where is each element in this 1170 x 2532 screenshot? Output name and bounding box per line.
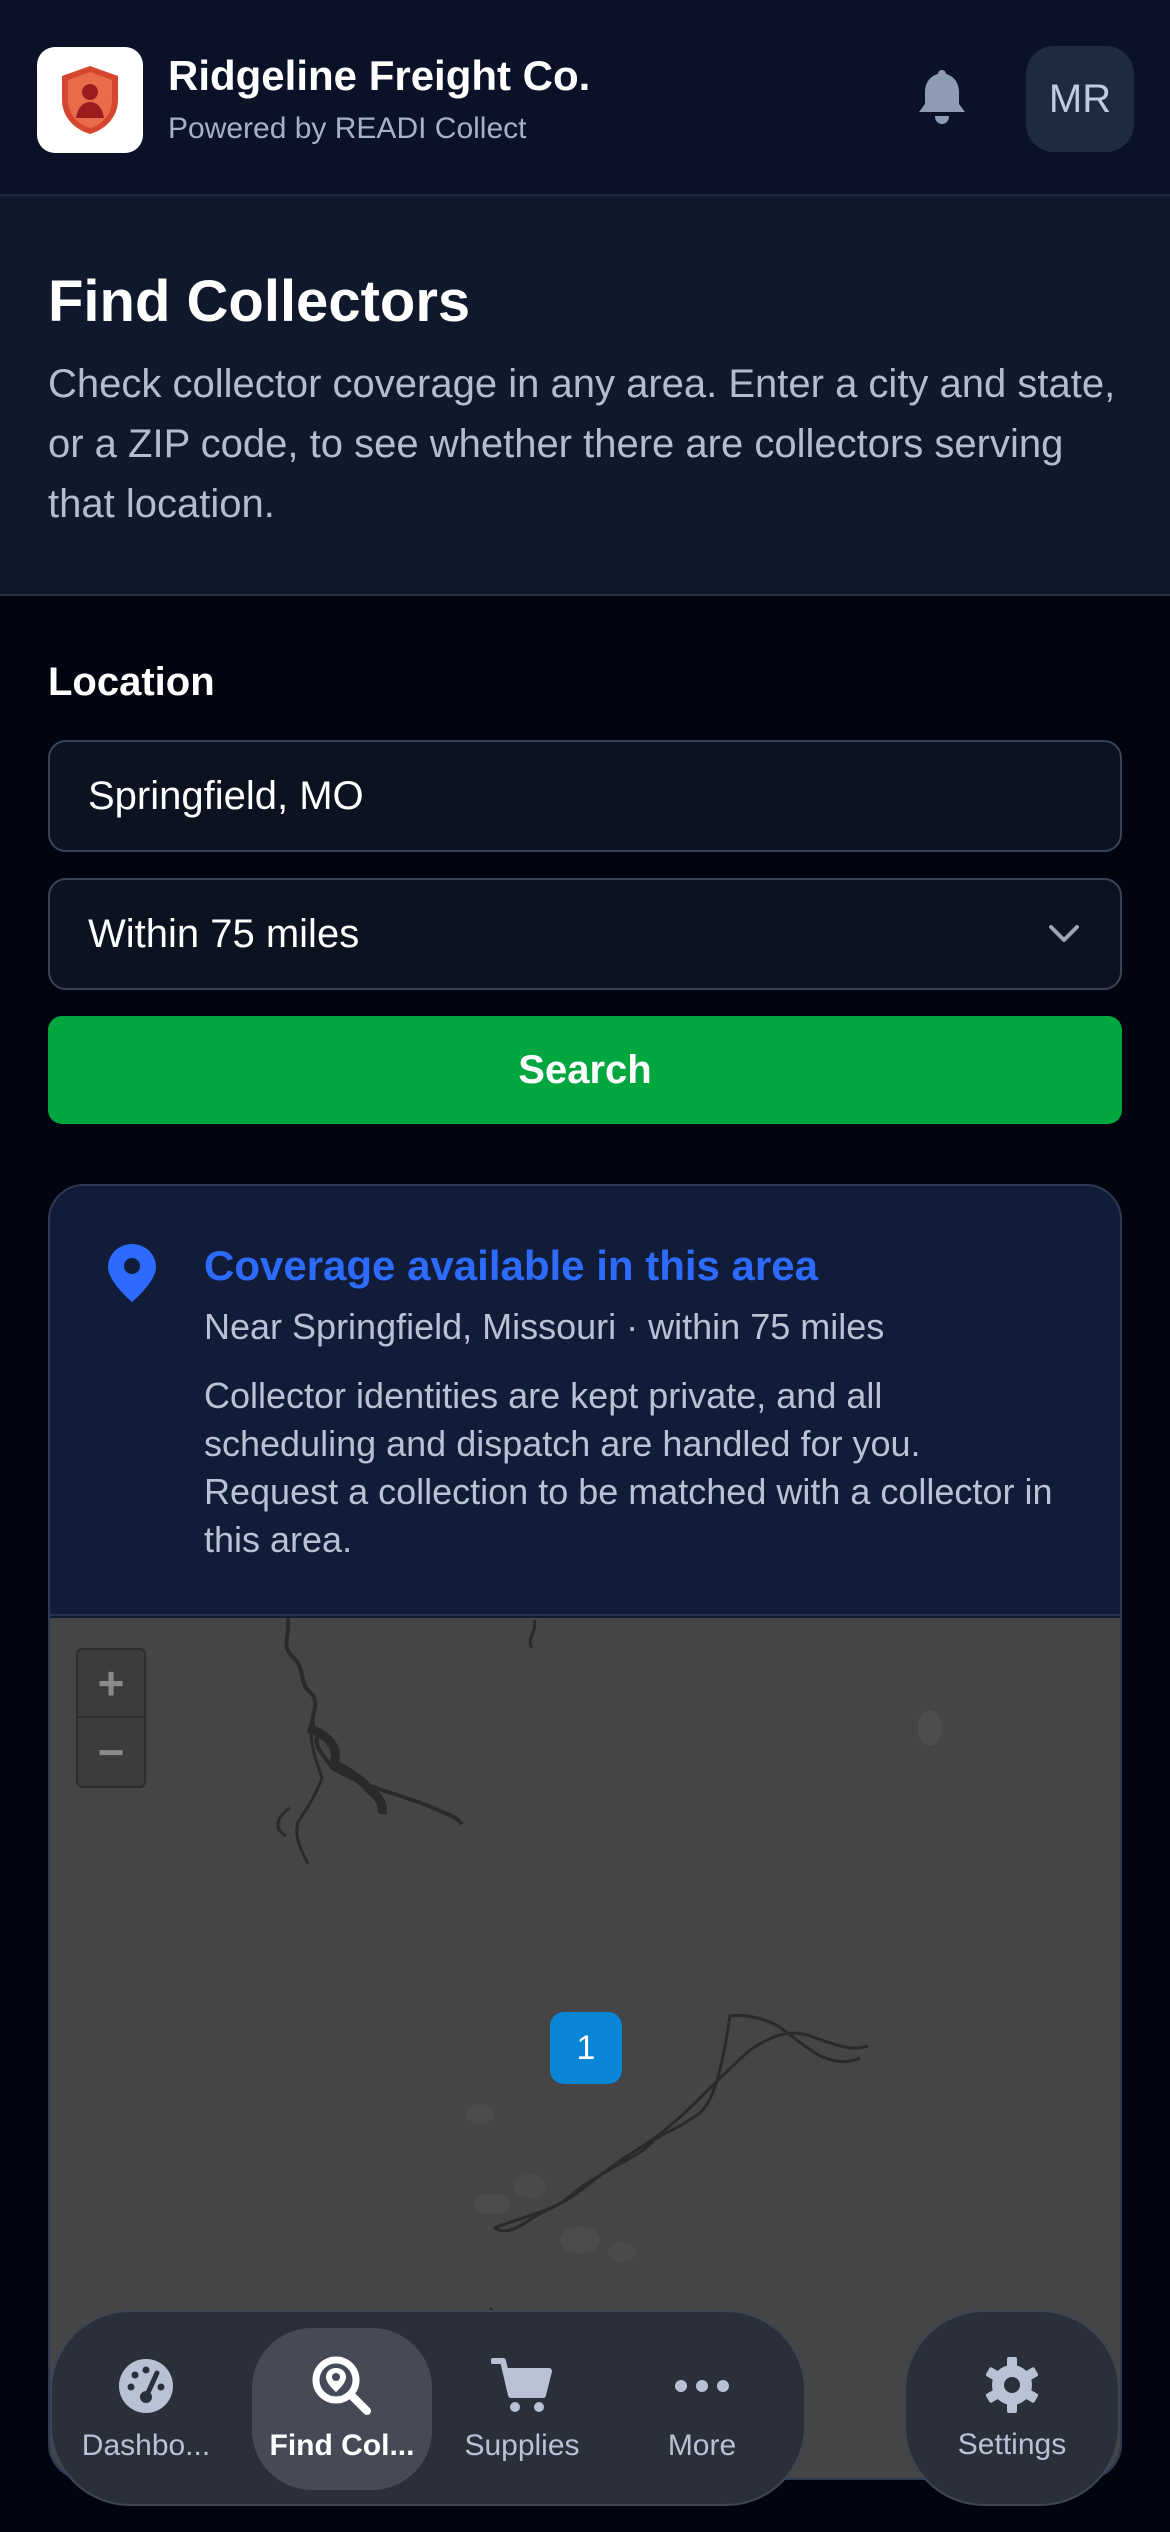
location-label: Location bbox=[48, 660, 215, 704]
nav-label-find-collectors: Find Col... bbox=[269, 2429, 415, 2462]
dashboard-gauge-icon bbox=[115, 2355, 177, 2417]
coverage-summary: Coverage available in this area Near Spr… bbox=[50, 1186, 1120, 1616]
location-input[interactable]: Springfield, MO bbox=[48, 740, 1122, 852]
location-input-value: Springfield, MO bbox=[88, 773, 364, 818]
nav-label-more: More bbox=[667, 2429, 737, 2462]
app-header: Ridgeline Freight Co. Powered by READI C… bbox=[0, 0, 1170, 196]
user-avatar[interactable]: MR bbox=[1026, 46, 1134, 152]
nav-item-more[interactable]: More bbox=[612, 2328, 792, 2490]
page-description: Check collector coverage in any area. En… bbox=[48, 362, 1116, 526]
brand-title: Ridgeline Freight Co. bbox=[168, 52, 591, 99]
page-title: Find Collectors bbox=[48, 269, 471, 334]
nav-item-dashboard[interactable]: Dashbo... bbox=[56, 2328, 236, 2490]
map-pin-icon bbox=[108, 1244, 156, 1302]
cart-icon bbox=[491, 2355, 553, 2417]
shield-person-logo-icon bbox=[62, 66, 118, 134]
search-pin-icon bbox=[311, 2355, 373, 2417]
settings-label: Settings bbox=[957, 2428, 1067, 2461]
search-button[interactable]: Search bbox=[48, 1016, 1122, 1124]
settings-button[interactable]: Settings bbox=[904, 2310, 1120, 2506]
zoom-out-button[interactable]: − bbox=[78, 1718, 144, 1786]
company-logo bbox=[37, 47, 143, 153]
map-zoom-controls: + − bbox=[76, 1648, 146, 1788]
coverage-subtitle: Near Springfield, Missouri · within 75 m… bbox=[204, 1306, 885, 1347]
chevron-down-icon bbox=[1046, 916, 1082, 952]
coverage-body: Collector identities are kept private, a… bbox=[204, 1375, 1053, 1560]
brand-subtitle: Powered by READI Collect bbox=[168, 112, 527, 145]
coverage-result-card: Coverage available in this area Near Spr… bbox=[48, 1184, 1122, 2480]
intro-section: Find Collectors Check collector coverage… bbox=[0, 196, 1170, 596]
nav-item-supplies[interactable]: Supplies bbox=[432, 2328, 612, 2490]
more-dots-icon bbox=[671, 2355, 733, 2417]
nav-label-dashboard: Dashbo... bbox=[81, 2429, 211, 2462]
find-collectors-screen: Ridgeline Freight Co. Powered by READI C… bbox=[0, 0, 1170, 2532]
bell-icon bbox=[919, 70, 965, 124]
collector-cluster-marker[interactable]: 1 bbox=[550, 2012, 622, 2084]
notifications-button[interactable] bbox=[912, 66, 972, 128]
radius-select[interactable]: Within 75 miles bbox=[48, 878, 1122, 990]
gear-icon bbox=[981, 2354, 1043, 2416]
nav-label-supplies: Supplies bbox=[464, 2429, 580, 2462]
zoom-in-button[interactable]: + bbox=[78, 1650, 144, 1718]
nav-item-find-collectors[interactable]: Find Col... bbox=[252, 2328, 432, 2490]
radius-select-value: Within 75 miles bbox=[88, 911, 360, 956]
coverage-title: Coverage available in this area bbox=[204, 1242, 818, 1289]
bottom-nav: Dashbo... Find Col... Supplies More bbox=[50, 2310, 806, 2506]
